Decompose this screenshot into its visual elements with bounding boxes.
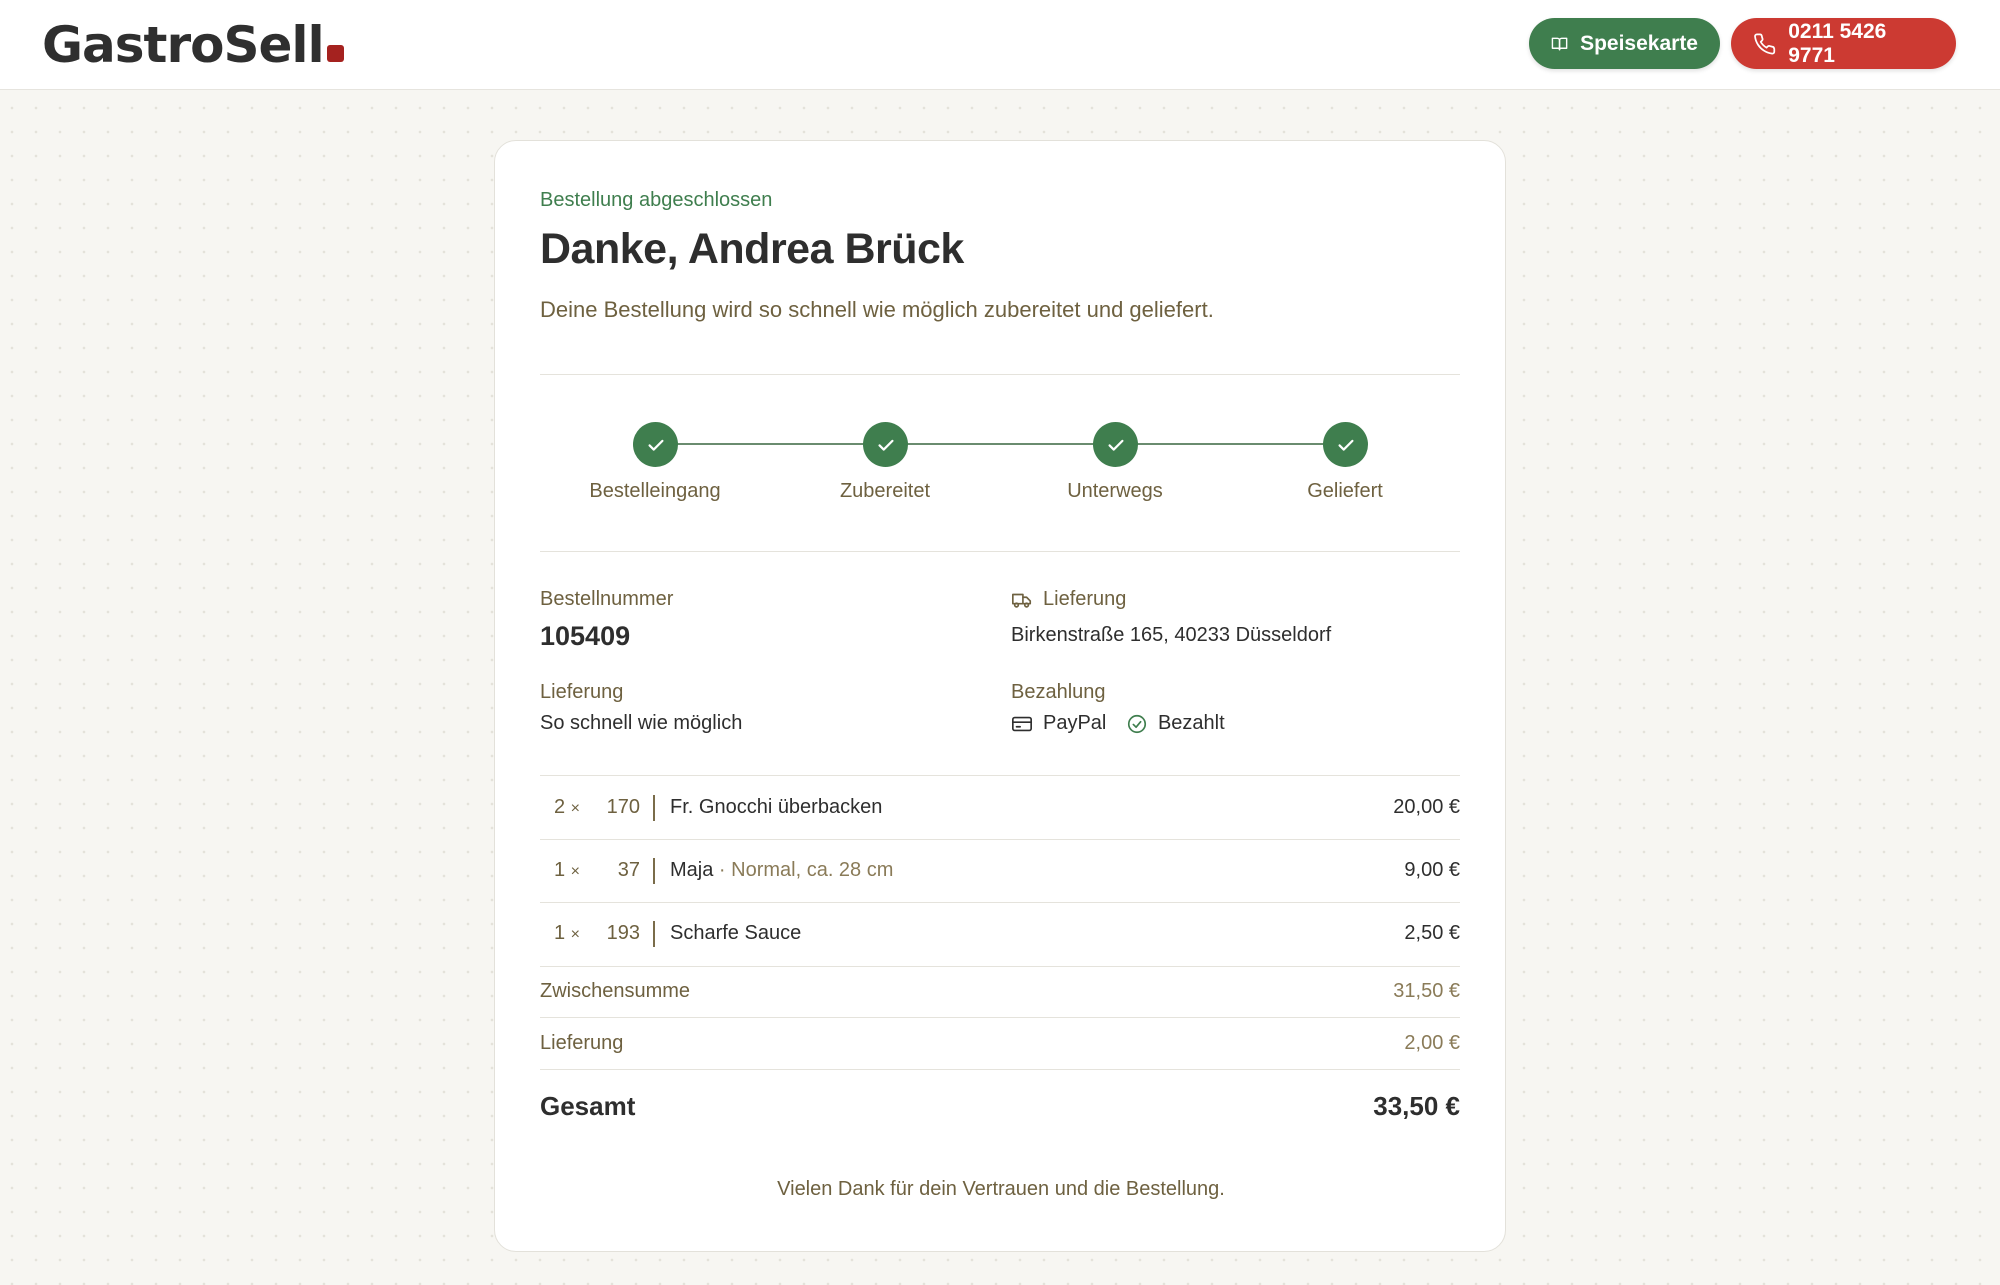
subtotal-label: Zwischensumme: [540, 980, 691, 1002]
payment-label: Bezahlung: [1011, 681, 1106, 703]
divider: [540, 374, 1460, 375]
payment-method: PayPal: [1043, 712, 1107, 734]
delivery-fee-value: 2,00 €: [1404, 1032, 1460, 1054]
step-4-circle: [1323, 422, 1368, 467]
divider: [540, 902, 1460, 903]
book-icon: [1551, 37, 1568, 50]
phone-icon: [1754, 32, 1776, 54]
item-qty: 2 ×: [553, 796, 580, 818]
item-name: Scharfe Sauce: [670, 922, 802, 944]
delivery-label-row: Lieferung: [1011, 588, 1126, 611]
check-icon: [877, 439, 894, 451]
divider: [540, 839, 1460, 840]
check-icon: [647, 439, 664, 451]
item-number: 37: [617, 859, 640, 881]
step-2-label: Zubereitet: [839, 480, 931, 502]
delivery-fee-label: Lieferung: [540, 1032, 624, 1054]
step-3-label: Unterwegs: [1067, 480, 1163, 502]
divider: [540, 551, 1460, 552]
divider: [540, 966, 1460, 967]
truck-icon: [1012, 593, 1032, 608]
delivery-time: So schnell wie möglich: [540, 712, 743, 734]
order-number: 105409: [540, 621, 631, 651]
item-price: 9,00 €: [1404, 859, 1460, 881]
subtotal-value: 31,50 €: [1393, 980, 1460, 1002]
logo-dot-icon: [326, 45, 344, 62]
phone-button-label: 0211 5426 9771: [1788, 19, 1887, 67]
logo-text: GastroSell: [42, 16, 325, 74]
credit-card-icon: [1012, 716, 1032, 731]
item-number: 170: [606, 796, 640, 818]
item-separator: [653, 858, 655, 884]
check-icon: [1337, 439, 1354, 451]
logo[interactable]: GastroSell: [42, 14, 344, 76]
thank-you-message: Vielen Dank für dein Vertrauen und die B…: [777, 1178, 1225, 1200]
check-icon: [1107, 439, 1124, 451]
item-price: 20,00 €: [1393, 796, 1460, 818]
item-name: Fr. Gnocchi überbacken: [670, 796, 883, 818]
item-name: Maja · Normal, ca. 28 cm: [670, 859, 894, 881]
order-number-label: Bestellnummer: [540, 588, 674, 610]
item-qty: 1 ×: [553, 859, 580, 881]
item-number: 193: [606, 922, 640, 944]
step-2-circle: [863, 422, 908, 467]
check-circle-icon: [1127, 714, 1147, 733]
item-separator: [653, 795, 655, 821]
payment-info: PayPal Bezahlt: [1011, 712, 1225, 735]
menu-button[interactable]: Speisekarte: [1529, 18, 1720, 69]
delivery-time-label: Lieferung: [540, 681, 624, 703]
divider: [540, 1017, 1460, 1018]
page-title: Danke, Andrea Brück: [540, 225, 964, 273]
subtitle: Deine Bestellung wird so schnell wie mög…: [540, 297, 1214, 322]
step-1-circle: [633, 422, 678, 467]
total-label: Gesamt: [540, 1091, 636, 1121]
step-3-circle: [1093, 422, 1138, 467]
delivery-address: Birkenstraße 165, 40233 Düsseldorf: [1011, 624, 1332, 646]
payment-status: Bezahlt: [1157, 712, 1225, 734]
divider: [540, 775, 1460, 776]
menu-button-label: Speisekarte: [1580, 31, 1698, 55]
step-1-label: Bestelleingang: [589, 480, 721, 502]
phone-button[interactable]: 0211 5426 9771: [1731, 18, 1956, 69]
divider: [540, 1069, 1460, 1070]
step-4-label: Geliefert: [1307, 480, 1383, 502]
item-separator: [653, 921, 655, 947]
delivery-label: Lieferung: [1043, 588, 1127, 610]
progress-track: [655, 443, 1345, 445]
total-value: 33,50 €: [1373, 1091, 1460, 1121]
top-header: GastroSell Speisekarte 0211 5426 9771: [0, 0, 2000, 90]
item-qty: 1 ×: [553, 922, 580, 944]
order-confirmation-card: Bestellung abgeschlossen Danke, Andrea B…: [494, 140, 1506, 1252]
item-price: 2,50 €: [1404, 922, 1460, 944]
status-eyebrow: Bestellung abgeschlossen: [540, 189, 773, 211]
